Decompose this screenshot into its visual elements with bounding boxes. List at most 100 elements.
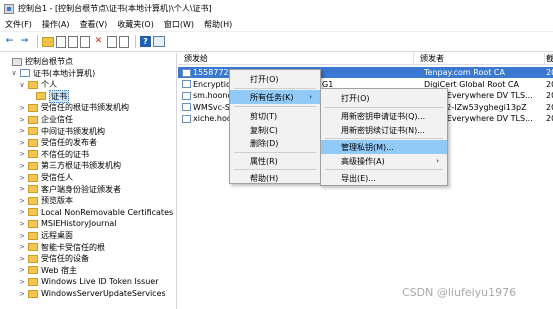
- menu-help[interactable]: 帮助(H): [199, 19, 237, 30]
- expand-chevron-icon[interactable]: >: [18, 174, 26, 182]
- ctx-delete[interactable]: 删除(D): [230, 136, 320, 150]
- tree-item[interactable]: > 受信任的发布者: [18, 137, 97, 148]
- tree-item[interactable]: > WindowsServerUpdateServices: [18, 288, 166, 299]
- tree-item[interactable]: ∨ 证书(本地计算机): [10, 68, 95, 79]
- expand-chevron-icon[interactable]: >: [18, 185, 26, 193]
- back-arrow-icon[interactable]: ←: [3, 35, 16, 48]
- cell-issued-to-text: WMSvc-S: [193, 102, 230, 112]
- expand-chevron-icon[interactable]: >: [18, 243, 26, 251]
- delete-icon[interactable]: ✕: [92, 35, 105, 48]
- tree-item[interactable]: > 客户端身份验证颁发者: [18, 184, 121, 195]
- column-header-issued-to[interactable]: 颁发给: [178, 53, 414, 65]
- ctx-all-tasks[interactable]: 所有任务(K) ›: [230, 90, 320, 104]
- cell-issued-to-text: xiche.hoo: [193, 114, 232, 123]
- menu-favorites[interactable]: 收藏夹(O): [112, 19, 159, 30]
- expand-chevron-icon[interactable]: >: [18, 266, 26, 274]
- sub-renew-new-key[interactable]: 用新密钥续订证书(N)...: [321, 123, 447, 137]
- menu-bar: 文件(F) 操作(A) 查看(V) 收藏夹(O) 窗口(W) 帮助(H): [0, 17, 553, 32]
- expand-chevron-icon[interactable]: >: [18, 116, 26, 124]
- sub-manage-private-keys[interactable]: 管理私钥(M)...: [321, 140, 447, 154]
- cell-issued-by: Tenpay.com Root CA: [424, 68, 505, 77]
- tree-item[interactable]: > 智能卡受信任的根: [18, 242, 105, 253]
- help-icon[interactable]: ?: [140, 36, 151, 47]
- menu-file[interactable]: 文件(F): [0, 19, 37, 30]
- expand-chevron-icon[interactable]: >: [18, 197, 26, 205]
- folder-icon: [28, 243, 38, 252]
- column-header-expiration[interactable]: 截: [545, 53, 553, 65]
- cert-store-icon: [20, 69, 30, 78]
- tree-item[interactable]: > Windows Live ID Token Issuer: [18, 276, 158, 287]
- certificate-icon: [182, 80, 191, 88]
- tree-item-label: 中间证书颁发机构: [41, 126, 105, 136]
- properties-icon[interactable]: [107, 35, 117, 48]
- collapse-chevron-icon[interactable]: ∨: [18, 81, 26, 89]
- cut-icon[interactable]: [68, 35, 78, 48]
- expand-chevron-icon[interactable]: >: [18, 220, 26, 228]
- folder-icon: [28, 150, 38, 159]
- column-header-issued-by[interactable]: 颁发者: [414, 53, 545, 65]
- forward-arrow-icon[interactable]: →: [18, 35, 31, 48]
- folder-icon: [28, 277, 38, 286]
- tree-item[interactable]: > 受信任人: [18, 172, 73, 183]
- ctx-open[interactable]: 打开(O): [230, 72, 320, 86]
- sub-advanced-operations-label: 高级操作(A): [341, 156, 385, 166]
- expand-chevron-icon[interactable]: >: [18, 278, 26, 286]
- menu-action[interactable]: 操作(A): [37, 19, 75, 30]
- tree-item[interactable]: ∨ 个人: [18, 79, 57, 90]
- tree-item-label: 不信任的证书: [41, 149, 89, 159]
- tree-item[interactable]: > 中间证书颁发机构: [18, 126, 105, 137]
- tree-item[interactable]: 证书: [26, 89, 69, 103]
- tree-item[interactable]: > MSIEHistoryJournal: [18, 218, 116, 229]
- expand-chevron-icon[interactable]: >: [18, 104, 26, 112]
- menu-window[interactable]: 窗口(W): [159, 19, 199, 30]
- tree-item[interactable]: > Local NonRemovable Certificates: [18, 207, 173, 218]
- tree-item[interactable]: > 不信任的证书: [18, 149, 89, 160]
- export-list-icon[interactable]: [119, 35, 129, 48]
- copy-icon[interactable]: [80, 35, 90, 48]
- cell-issued-to-text: sm.hoonc: [193, 91, 232, 100]
- console-tree: 控制台根节点 ∨ 证书(本地计算机) ∨ 个人 证书 > 受信任的根证书颁发机构 > 企业信任 > 中…: [0, 53, 177, 309]
- expand-chevron-icon[interactable]: >: [18, 150, 26, 158]
- folder-icon: [28, 103, 38, 112]
- cell-issued-to: xiche.hoo: [182, 113, 232, 124]
- show-hide-tree-icon[interactable]: [56, 35, 66, 48]
- tree-item-label: 证书(本地计算机): [33, 68, 96, 78]
- expand-chevron-icon[interactable]: >: [18, 208, 26, 216]
- folder-icon: [28, 138, 38, 147]
- expand-chevron-icon[interactable]: >: [18, 162, 26, 170]
- cell-expiration: 20: [546, 114, 553, 123]
- submenu-arrow-icon: ›: [436, 157, 439, 165]
- ctx-cut[interactable]: 剪切(T): [230, 109, 320, 123]
- certificate-icon: [182, 91, 191, 100]
- collapse-chevron-icon[interactable]: ∨: [10, 69, 18, 77]
- root-icon: [12, 57, 22, 66]
- expand-chevron-icon[interactable]: >: [18, 139, 26, 147]
- sub-request-new-key[interactable]: 用新密钥申请证书(Q)...: [321, 109, 447, 123]
- tree-item[interactable]: 控制台根节点: [2, 56, 73, 67]
- ctx-properties[interactable]: 属性(R): [230, 154, 320, 168]
- up-folder-icon[interactable]: [42, 36, 54, 47]
- expand-chevron-icon[interactable]: >: [18, 127, 26, 135]
- expand-chevron-icon[interactable]: >: [18, 255, 26, 263]
- tree-item-label: 第三方根证书颁发机构: [41, 161, 121, 171]
- tree-item[interactable]: > 远程桌面: [18, 230, 73, 241]
- expand-chevron-icon[interactable]: >: [18, 290, 26, 298]
- menu-view[interactable]: 查看(V): [75, 19, 113, 30]
- cell-issued-to: 15587723: [182, 67, 232, 78]
- tree-item[interactable]: > 第三方根证书颁发机构: [18, 160, 121, 171]
- folder-icon: [28, 173, 38, 182]
- tree-item-label: 客户端身份验证颁发者: [41, 184, 121, 194]
- tree-item[interactable]: > 预览版本: [18, 195, 73, 206]
- sub-export[interactable]: 导出(E)...: [321, 171, 447, 185]
- sub-advanced-operations[interactable]: 高级操作(A) ›: [321, 154, 447, 168]
- tree-item[interactable]: > Web 宿主: [18, 265, 77, 276]
- tree-item[interactable]: > 受信任的设备: [18, 253, 89, 264]
- tree-item[interactable]: > 企业信任: [18, 114, 73, 125]
- mmc-app-icon: [4, 3, 14, 14]
- ctx-copy[interactable]: 复制(C): [230, 123, 320, 137]
- sub-open[interactable]: 打开(O): [321, 91, 447, 105]
- tree-item[interactable]: > 受信任的根证书颁发机构: [18, 102, 129, 113]
- expand-chevron-icon[interactable]: >: [18, 232, 26, 240]
- action-pane-icon[interactable]: [153, 36, 165, 47]
- ctx-help[interactable]: 帮助(H): [230, 171, 320, 185]
